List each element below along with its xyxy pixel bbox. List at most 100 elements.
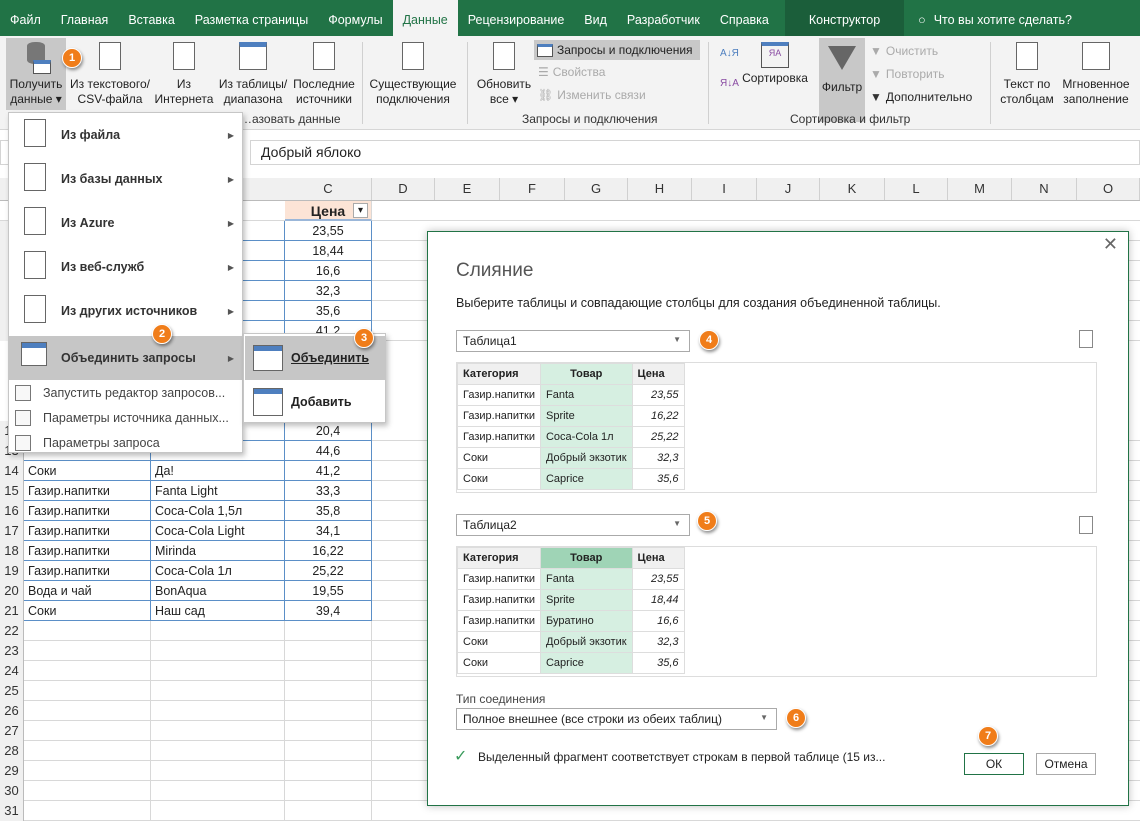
clear-button[interactable]: ▼ Очистить — [870, 44, 938, 58]
cell-a[interactable] — [24, 621, 151, 641]
cell-b[interactable] — [151, 741, 285, 761]
from-web-button[interactable]: Из Интернета — [154, 38, 214, 107]
cell-a[interactable] — [24, 681, 151, 701]
cell-a[interactable]: Газир.напитки — [24, 561, 151, 581]
flash-fill-button[interactable]: Мгновенное заполнение — [1058, 38, 1134, 107]
column-header[interactable]: H — [628, 178, 692, 200]
properties-button[interactable]: ☰ Свойства — [538, 65, 605, 79]
row-header[interactable]: 29 — [0, 761, 24, 781]
tab-0[interactable]: Файл — [0, 0, 51, 36]
cell-a[interactable]: Вода и чай — [24, 581, 151, 601]
cell-a[interactable] — [24, 721, 151, 741]
row-header[interactable]: 28 — [0, 741, 24, 761]
row-header[interactable]: 16 — [0, 501, 24, 521]
cell-a[interactable] — [24, 801, 151, 821]
cell-c[interactable]: 20,4 — [285, 421, 372, 441]
cell-b[interactable] — [151, 701, 285, 721]
row-header[interactable]: 25 — [0, 681, 24, 701]
sort-az-button[interactable]: А↓Я — [720, 48, 739, 59]
refresh-preview-icon[interactable] — [1079, 516, 1093, 534]
cell-c[interactable]: 41,2 — [285, 461, 372, 481]
table2-select[interactable]: Таблица2 ▼ — [456, 514, 690, 536]
column-header[interactable]: F — [500, 178, 565, 200]
row-header[interactable]: 21 — [0, 601, 24, 621]
cell-b[interactable]: BonAqua — [151, 581, 285, 601]
cell-c[interactable]: 16,22 — [285, 541, 372, 561]
row-header[interactable]: 30 — [0, 781, 24, 801]
from-table-button[interactable]: Из таблицы/диапазона — [216, 38, 290, 107]
cell-c[interactable] — [285, 641, 372, 661]
cell-a[interactable] — [24, 661, 151, 681]
cell-c[interactable]: 35,6 — [285, 301, 372, 321]
close-icon[interactable]: ✕ — [1103, 234, 1118, 255]
cell-c[interactable] — [285, 701, 372, 721]
menu-small-item-0[interactable]: Запустить редактор запросов... — [9, 381, 242, 405]
refresh-all-button[interactable]: Обновить все ▾ — [472, 38, 536, 107]
menu-item-4[interactable]: Из других источников ▶ — [9, 289, 242, 333]
cell-c[interactable] — [285, 661, 372, 681]
column-header[interactable]: M — [948, 178, 1012, 200]
column-header[interactable]: C — [285, 178, 372, 200]
cell-a[interactable]: Газир.напитки — [24, 521, 151, 541]
cell-c[interactable]: 18,44 — [285, 241, 372, 261]
filter-dropdown-icon[interactable]: ▾ — [353, 203, 368, 218]
cell-b[interactable]: Да! — [151, 461, 285, 481]
menu-item-5[interactable]: Объединить запросы ▶ — [9, 336, 242, 380]
row-header[interactable]: 14 — [0, 461, 24, 481]
cell-c[interactable] — [285, 721, 372, 741]
cell-a[interactable] — [24, 701, 151, 721]
tab-1[interactable]: Главная — [51, 0, 119, 36]
header-cell-price[interactable]: Цена ▾ — [285, 201, 372, 221]
queries-connections-button[interactable]: Запросы и подключения — [534, 40, 700, 60]
reapply-button[interactable]: ▼ Повторить — [870, 67, 944, 81]
cell-a[interactable]: Соки — [24, 461, 151, 481]
cell-c[interactable] — [285, 801, 372, 821]
cell-b[interactable] — [151, 621, 285, 641]
cell-b[interactable] — [151, 681, 285, 701]
menu-item-append[interactable]: Добавить — [245, 380, 385, 424]
cell-c[interactable]: 44,6 — [285, 441, 372, 461]
cell-b[interactable]: Fanta Light — [151, 481, 285, 501]
cell-b[interactable]: Coca-Cola 1,5л — [151, 501, 285, 521]
cell-c[interactable] — [285, 621, 372, 641]
column-header[interactable]: J — [757, 178, 820, 200]
row-header[interactable]: 26 — [0, 701, 24, 721]
advanced-button[interactable]: ▼ Дополнительно — [870, 90, 972, 104]
preview-column-header[interactable]: Цена — [631, 363, 685, 385]
sort-za-button[interactable]: Я↓А — [720, 78, 739, 89]
row-header[interactable]: 23 — [0, 641, 24, 661]
filter-button[interactable]: Фильтр — [819, 38, 865, 122]
ok-button[interactable]: ОК — [964, 753, 1024, 775]
column-header[interactable]: G — [565, 178, 628, 200]
cell-b[interactable] — [151, 721, 285, 741]
row-header[interactable]: 22 — [0, 621, 24, 641]
text-to-columns-button[interactable]: Текст по столбцам — [998, 38, 1056, 107]
tab-4[interactable]: Формулы — [318, 0, 392, 36]
cell-c[interactable] — [285, 741, 372, 761]
row-header[interactable]: 18 — [0, 541, 24, 561]
row-header[interactable]: 27 — [0, 721, 24, 741]
cell-b[interactable] — [151, 801, 285, 821]
column-header[interactable]: N — [1012, 178, 1077, 200]
cell-b[interactable]: Coca-Cola Light — [151, 521, 285, 541]
cell-b[interactable] — [151, 641, 285, 661]
edit-links-button[interactable]: ⛓ Изменить связи — [538, 88, 646, 102]
recent-sources-button[interactable]: Последние источники — [292, 38, 356, 107]
cell-b[interactable]: Наш сад — [151, 601, 285, 621]
menu-item-2[interactable]: Из Azure ▶ — [9, 201, 242, 245]
cell-a[interactable] — [24, 781, 151, 801]
cell-a[interactable]: Газир.напитки — [24, 481, 151, 501]
cell-c[interactable] — [285, 681, 372, 701]
cell-c[interactable]: 16,6 — [285, 261, 372, 281]
menu-item-0[interactable]: Из файла ▶ — [9, 113, 242, 157]
column-header[interactable]: D — [372, 178, 435, 200]
tab-9[interactable]: Справка — [710, 0, 779, 36]
row-header[interactable]: 20 — [0, 581, 24, 601]
cell-c[interactable]: 19,55 — [285, 581, 372, 601]
cell-c[interactable] — [285, 761, 372, 781]
preview-column-header[interactable]: Товар — [539, 363, 633, 385]
row-header[interactable]: 17 — [0, 521, 24, 541]
formula-bar[interactable]: Добрый яблоко — [250, 140, 1140, 165]
preview-column-header[interactable]: Товар — [539, 547, 633, 569]
cell-b[interactable] — [151, 661, 285, 681]
